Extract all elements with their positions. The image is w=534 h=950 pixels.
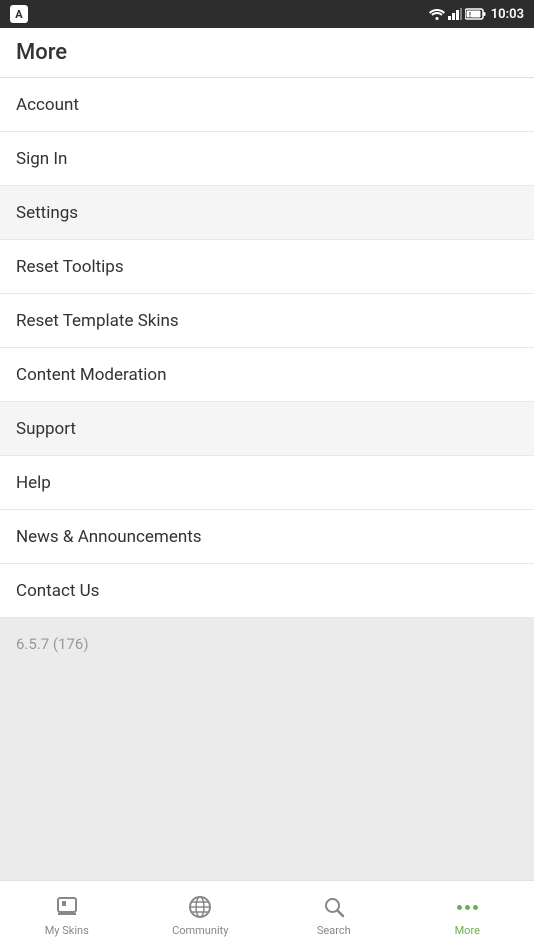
menu-item-news-announcements-label: News & Announcements (16, 527, 202, 547)
nav-item-community-label: Community (172, 924, 228, 937)
status-bar-left: A (10, 5, 28, 23)
menu-item-help-label: Help (16, 473, 51, 493)
menu-item-contact-us[interactable]: Contact Us (0, 564, 534, 618)
my-skins-svg (55, 895, 79, 919)
nav-item-search[interactable]: Search (267, 881, 401, 950)
status-bar: A ! 10:03 (0, 0, 534, 28)
menu-item-reset-template-skins[interactable]: Reset Template Skins (0, 294, 534, 348)
dot-3 (473, 905, 478, 910)
battery-icon: ! (465, 8, 487, 20)
community-icon (187, 894, 213, 920)
menu-item-reset-tooltips[interactable]: Reset Tooltips (0, 240, 534, 294)
app-icon: A (10, 5, 28, 23)
menu-item-sign-in[interactable]: Sign In (0, 132, 534, 186)
signal-icon (448, 8, 462, 20)
menu-item-reset-template-skins-label: Reset Template Skins (16, 311, 179, 331)
menu-item-contact-us-label: Contact Us (16, 581, 99, 601)
community-svg (188, 895, 212, 919)
my-skins-icon (54, 894, 80, 920)
nav-item-community[interactable]: Community (134, 881, 268, 950)
bottom-nav: My Skins Community Search (0, 880, 534, 950)
nav-item-more-label: More (455, 924, 480, 937)
status-bar-right: ! 10:03 (429, 7, 524, 22)
wifi-icon (429, 8, 445, 20)
menu-item-account-label: Account (16, 95, 79, 115)
version-label: 6.5.7 (176) (16, 635, 89, 653)
menu-list: Account Sign In Settings Reset Tooltips … (0, 78, 534, 618)
nav-item-search-label: Search (317, 924, 351, 937)
nav-item-my-skins[interactable]: My Skins (0, 881, 134, 950)
menu-item-settings[interactable]: Settings (0, 186, 534, 240)
page-title: More (16, 40, 67, 65)
menu-item-content-moderation-label: Content Moderation (16, 365, 167, 385)
menu-item-settings-label: Settings (16, 203, 78, 223)
svg-text:!: ! (469, 12, 471, 20)
page-header: More (0, 28, 534, 78)
dot-2 (465, 905, 470, 910)
status-icons: ! (429, 8, 487, 20)
menu-item-account[interactable]: Account (0, 78, 534, 132)
menu-item-news-announcements[interactable]: News & Announcements (0, 510, 534, 564)
menu-item-reset-tooltips-label: Reset Tooltips (16, 257, 124, 277)
more-icon (454, 894, 480, 920)
menu-item-sign-in-label: Sign In (16, 149, 67, 169)
menu-item-support[interactable]: Support (0, 402, 534, 456)
dot-1 (457, 905, 462, 910)
time-display: 10:03 (491, 7, 524, 22)
nav-item-more[interactable]: More (401, 881, 534, 950)
version-section: 6.5.7 (176) (0, 618, 534, 880)
menu-item-support-label: Support (16, 419, 76, 439)
search-svg (322, 895, 346, 919)
nav-item-my-skins-label: My Skins (45, 924, 89, 937)
menu-item-content-moderation[interactable]: Content Moderation (0, 348, 534, 402)
menu-item-help[interactable]: Help (0, 456, 534, 510)
main-content: More Account Sign In Settings Reset Tool… (0, 28, 534, 880)
search-icon (321, 894, 347, 920)
